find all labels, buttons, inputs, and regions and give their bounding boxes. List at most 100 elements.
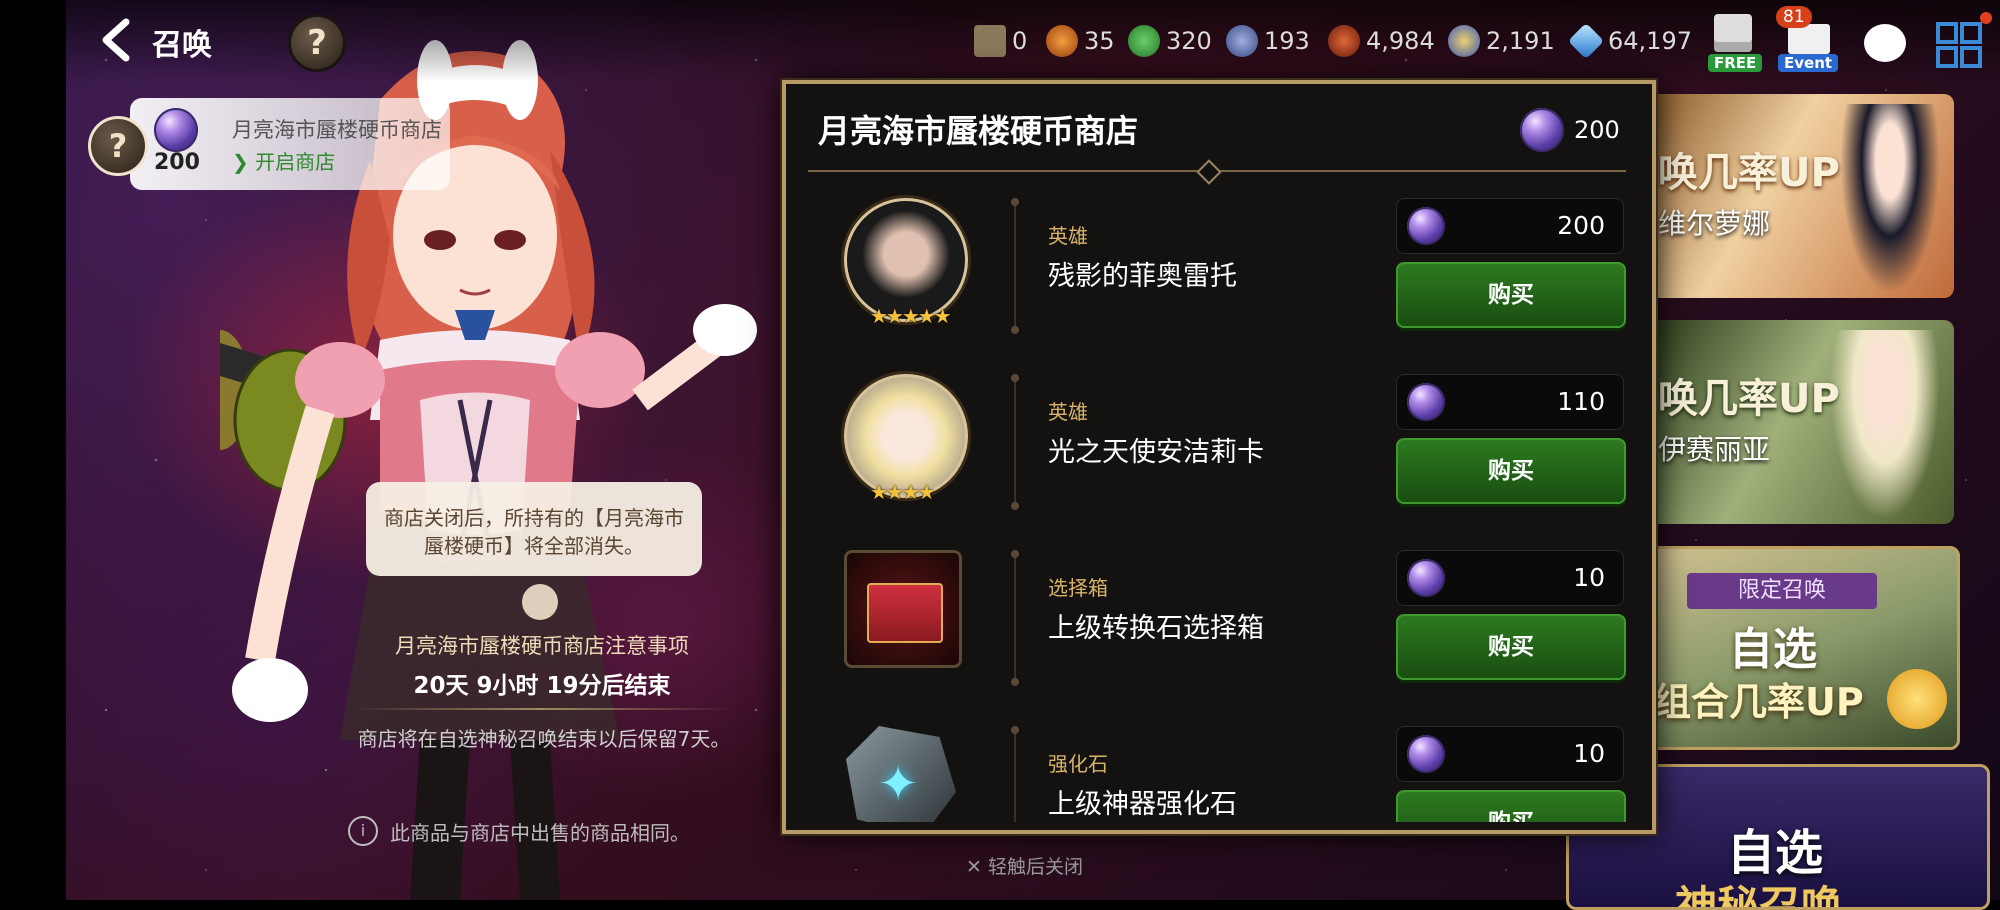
item-price: 200 — [1396, 198, 1624, 254]
banner-3-line1: 自选 — [1729, 624, 1817, 675]
clover-icon — [1128, 25, 1160, 57]
shop-item-row: ✦ 强化石 上级神器强化石 10 购买 — [786, 708, 1644, 822]
item-price: 110 — [1396, 374, 1624, 430]
item-name: 上级神器强化石 — [1048, 789, 1237, 820]
book-icon — [974, 25, 1006, 57]
buy-button[interactable]: 购买 — [1396, 614, 1626, 680]
selection-chest-icon — [844, 550, 962, 668]
resource-clover[interactable]: 320 — [1128, 24, 1212, 58]
banner-3-tag-text: 限定召唤 — [1737, 578, 1826, 603]
open-shop-link[interactable]: ❯ 开启商店 — [232, 146, 335, 175]
envelope-icon — [1788, 24, 1830, 54]
shop-item-row: ★★★★ 英雄 光之天使安洁莉卡 110 购买 — [786, 356, 1644, 532]
moon-coin-icon — [1407, 207, 1445, 245]
separator-dot — [1011, 326, 1019, 334]
resource-mystic[interactable]: 193 — [1226, 24, 1310, 58]
resource-mystic-value: 193 — [1264, 27, 1310, 55]
resource-clover-value: 320 — [1166, 27, 1212, 55]
tap-to-close[interactable]: ✕ 轻触后关闭 — [966, 852, 1083, 879]
separator-dot — [1011, 502, 1019, 510]
shop-item-row: 选择箱 上级转换石选择箱 10 购买 — [786, 532, 1644, 708]
separator-dot — [1011, 678, 1019, 686]
item-price: 10 — [1396, 550, 1624, 606]
back-arrow-icon[interactable] — [96, 18, 140, 62]
item-separator — [1014, 730, 1016, 822]
banner-1-line2: 维尔萝娜 — [1658, 207, 1771, 240]
open-shop-label: 开启商店 — [255, 150, 336, 174]
shop-coin-count: 200 — [154, 150, 200, 175]
separator-dot — [1011, 726, 1019, 734]
crystal-icon — [1567, 22, 1605, 60]
shop-close-tooltip: 商店关闭后，所持有的【月亮海市蜃楼硬币】将全部消失。 — [366, 482, 702, 576]
moon-coin-icon — [1407, 383, 1445, 421]
skystone-icon — [1448, 25, 1480, 57]
banner-select-combo[interactable]: 限定召唤 自选 组合几率UP — [1650, 546, 1960, 750]
moon-coin-icon — [1407, 735, 1445, 773]
modal-title: 月亮海市蜃楼硬币商店 — [818, 112, 1139, 150]
shop-item-row: ★★★★★ 英雄 残影的菲奥雷托 200 购买 — [786, 180, 1644, 356]
sparkle-icon: ✦ — [878, 756, 919, 812]
moon-coin-notice-icon — [522, 584, 558, 620]
notice-divider — [352, 708, 732, 710]
moon-coin-icon — [1407, 559, 1445, 597]
gift-icon — [1714, 14, 1752, 52]
banner-1-line1: 唤几率UP — [1658, 150, 1840, 196]
item-price-value: 10 — [1573, 563, 1605, 592]
shop-name: 月亮海市蜃楼硬币商店 — [232, 118, 442, 142]
buy-button[interactable]: 购买 — [1396, 790, 1626, 822]
star-rating: ★★★★★ — [870, 304, 952, 328]
free-label: FREE — [1708, 54, 1763, 72]
separator-dot — [1011, 550, 1019, 558]
notice-title: 月亮海市蜃楼硬币商店注意事项 — [395, 634, 689, 658]
info-note: i 此商品与商店中出售的商品相同。 — [348, 816, 690, 846]
buy-button[interactable]: 购买 — [1396, 438, 1626, 504]
buy-button[interactable]: 购买 — [1396, 262, 1626, 328]
star-rating: ★★★★ — [870, 480, 936, 504]
resource-crystal[interactable]: 64,197 — [1567, 22, 1692, 60]
modal-coin-count: 200 — [1574, 116, 1620, 144]
moon-coin-icon — [1520, 108, 1564, 152]
coin-shop-modal: 月亮海市蜃楼硬币商店 200 ★★★★★ 英雄 残影的菲奥雷托 200 购买 ★… — [782, 80, 1656, 834]
free-gift-button[interactable]: FREE — [1702, 12, 1764, 74]
banner-3-tag: 限定召唤 — [1687, 573, 1877, 609]
tap-close-label: 轻触后关闭 — [987, 856, 1083, 878]
help-button[interactable]: ? — [288, 14, 346, 72]
banner-rate-up-2[interactable]: 唤几率UP 伊赛丽亚 — [1650, 320, 1954, 524]
banner-rate-up-1[interactable]: 唤几率UP 维尔萝娜 — [1650, 94, 1954, 298]
event-label: Event — [1778, 54, 1839, 72]
notice-remaining-time: 20天 9小时 19分后结束 — [413, 673, 671, 699]
banner-3-line2: 组合几率UP — [1653, 680, 1864, 724]
shop-help-button[interactable]: ? — [88, 116, 148, 176]
top-bar: 召唤 ? 0 35 320 193 4,984 2,191 64,197 FRE… — [66, 0, 2000, 82]
item-name: 残影的菲奥雷托 — [1048, 261, 1237, 292]
resource-book-value: 0 — [1012, 27, 1028, 55]
item-price-value: 200 — [1557, 211, 1605, 240]
item-separator — [1014, 378, 1016, 506]
item-separator — [1014, 202, 1016, 330]
item-category: 英雄 — [1048, 224, 1088, 248]
info-icon: i — [348, 816, 378, 846]
banner-1-character — [1840, 104, 1940, 294]
moon-coin-icon — [154, 108, 198, 152]
shop-item-list[interactable]: ★★★★★ 英雄 残影的菲奥雷托 200 购买 ★★★★ 英雄 光之天使安洁莉卡… — [786, 180, 1644, 822]
menu-button[interactable] — [1928, 12, 1992, 74]
resource-dragon[interactable]: 4,984 — [1328, 24, 1435, 58]
resource-skystone-value: 2,191 — [1486, 27, 1555, 55]
resource-skystone[interactable]: 2,191 — [1448, 24, 1555, 58]
banner-4-line2: 神秘召唤 — [1675, 882, 1844, 910]
resource-fire-value: 35 — [1084, 27, 1115, 55]
event-badge: 81 — [1776, 6, 1812, 28]
info-note-text: 此商品与商店中出售的商品相同。 — [390, 820, 690, 845]
chat-icon — [1864, 24, 1906, 62]
chat-button[interactable] — [1854, 12, 1916, 74]
dragon-icon — [1328, 25, 1360, 57]
item-name: 光之天使安洁莉卡 — [1048, 437, 1264, 468]
resource-fire[interactable]: 35 — [1046, 24, 1115, 58]
mystic-icon — [1226, 25, 1258, 57]
resource-book[interactable]: 0 — [974, 24, 1027, 58]
item-category: 强化石 — [1048, 752, 1108, 776]
resource-crystal-value: 64,197 — [1608, 27, 1692, 55]
item-category: 选择箱 — [1048, 576, 1108, 600]
banner-2-line2: 伊赛丽亚 — [1658, 433, 1771, 466]
rose-icon — [1887, 669, 1947, 729]
